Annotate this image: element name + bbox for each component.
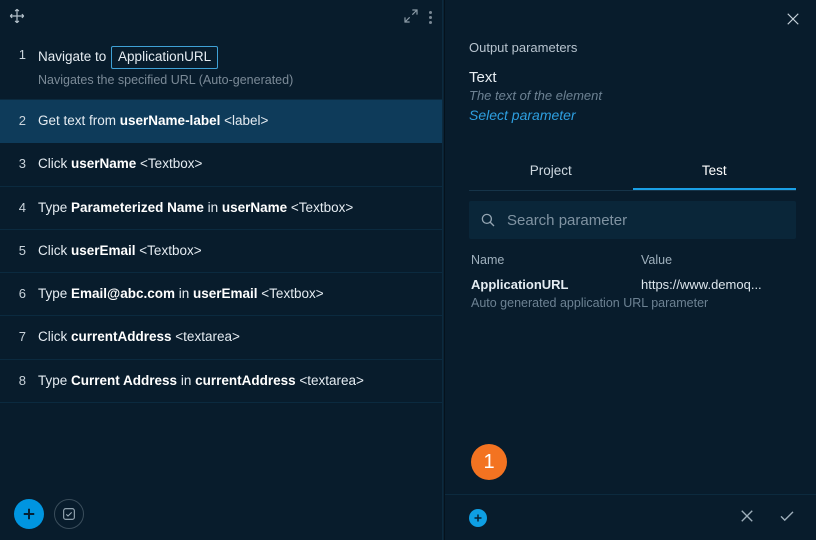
search-input[interactable] bbox=[507, 212, 786, 229]
parameters-footer bbox=[445, 494, 816, 540]
output-desc: The text of the element bbox=[469, 88, 796, 103]
step-number: 4 bbox=[14, 199, 26, 215]
tab-project[interactable]: Project bbox=[469, 153, 633, 190]
step-row[interactable]: 2 Get text from userName-label <label> bbox=[0, 100, 442, 143]
steps-header bbox=[0, 0, 442, 34]
steps-list: 1 Navigate to ApplicationURL Navigates the… bbox=[0, 34, 442, 488]
parameter-tabs: Project Test bbox=[469, 153, 796, 191]
step-row[interactable]: 3 Click userName <Textbox> bbox=[0, 143, 442, 186]
step-title: Get text from userName-label <label> bbox=[38, 112, 430, 130]
step-subtitle: Navigates the specified URL (Auto-genera… bbox=[38, 73, 430, 87]
parameters-pane: Output parameters Text The text of the e… bbox=[445, 0, 816, 540]
validate-button[interactable] bbox=[54, 499, 84, 529]
close-icon[interactable] bbox=[784, 10, 802, 31]
collapse-icon[interactable] bbox=[403, 8, 419, 27]
step-row[interactable]: 6 Type Email@abc.com in userEmail <Textbo… bbox=[0, 273, 442, 316]
col-value: Value bbox=[641, 253, 672, 267]
kebab-menu-icon[interactable] bbox=[425, 9, 436, 26]
step-number: 7 bbox=[14, 328, 26, 344]
step-row[interactable]: 7 Click currentAddress <textarea> bbox=[0, 316, 442, 359]
step-title: Click userEmail <Textbox> bbox=[38, 242, 430, 260]
tab-test[interactable]: Test bbox=[633, 153, 797, 190]
select-parameter-link[interactable]: Select parameter bbox=[469, 107, 796, 123]
steps-pane: 1 Navigate to ApplicationURL Navigates the… bbox=[0, 0, 442, 540]
param-value: https://www.demoq... bbox=[641, 277, 762, 292]
step-number: 3 bbox=[14, 155, 26, 171]
section-title: Output parameters bbox=[469, 40, 796, 55]
output-name: Text bbox=[469, 69, 796, 86]
step-title: Click currentAddress <textarea> bbox=[38, 328, 430, 346]
step-row[interactable]: 8 Type Current Address in currentAddress … bbox=[0, 360, 442, 403]
col-name: Name bbox=[471, 253, 641, 267]
step-number: 2 bbox=[14, 112, 26, 128]
step-row[interactable]: 5 Click userEmail <Textbox> bbox=[0, 230, 442, 273]
step-title: Type Email@abc.com in userEmail <Textbox… bbox=[38, 285, 430, 303]
confirm-icon[interactable] bbox=[778, 507, 796, 528]
search-row bbox=[469, 201, 796, 239]
step-title: Click userName <Textbox> bbox=[38, 155, 430, 173]
param-pill[interactable]: ApplicationURL bbox=[111, 46, 218, 69]
step-number: 6 bbox=[14, 285, 26, 301]
step-number: 8 bbox=[14, 372, 26, 388]
step-title: Navigate to ApplicationURL bbox=[38, 46, 430, 69]
param-desc: Auto generated application URL parameter bbox=[469, 296, 796, 310]
add-step-button[interactable] bbox=[14, 499, 44, 529]
param-columns: Name Value bbox=[469, 253, 796, 267]
step-number: 1 bbox=[14, 46, 26, 62]
step-number: 5 bbox=[14, 242, 26, 258]
step-title: Type Current Address in currentAddress <… bbox=[38, 372, 430, 390]
step-row[interactable]: 1 Navigate to ApplicationURL Navigates the… bbox=[0, 34, 442, 100]
param-row[interactable]: ApplicationURLhttps://www.demoq... bbox=[469, 277, 796, 292]
cancel-icon[interactable] bbox=[738, 507, 756, 528]
step-row[interactable]: 4 Type Parameterized Name in userName <Te… bbox=[0, 187, 442, 230]
steps-footer bbox=[0, 488, 442, 540]
param-name: ApplicationURL bbox=[471, 277, 641, 292]
search-icon bbox=[479, 211, 497, 229]
add-parameter-button[interactable] bbox=[469, 509, 487, 527]
callout-badge: 1 bbox=[471, 444, 507, 480]
step-title: Type Parameterized Name in userName <Tex… bbox=[38, 199, 430, 217]
move-icon[interactable] bbox=[8, 7, 26, 28]
